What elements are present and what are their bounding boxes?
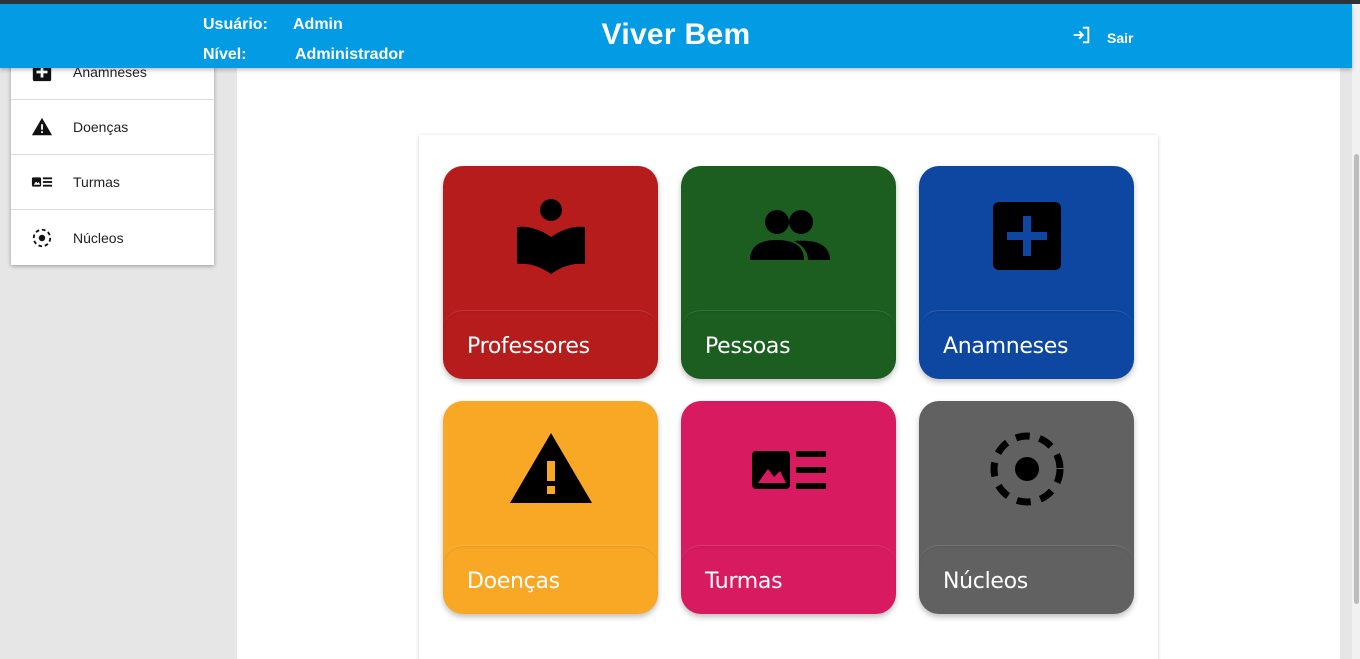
- sidebar-item-label: Turmas: [73, 174, 120, 190]
- tile-nucleos[interactable]: Núcleos: [919, 401, 1134, 614]
- class-card-icon: [681, 427, 896, 517]
- tile-label: Professores: [467, 334, 590, 359]
- app-header: Usuário: Admin Nível: Administrador Vive…: [0, 4, 1352, 68]
- sidebar-menu: Anamneses Doenças Turmas Núcleos: [11, 44, 214, 265]
- app-title: Viver Bem: [601, 18, 751, 51]
- tile-label: Pessoas: [705, 334, 791, 359]
- logout-label: Sair: [1107, 29, 1134, 46]
- medical-plus-icon: [919, 192, 1134, 282]
- tile-label: Turmas: [705, 569, 783, 594]
- page-scrollbar[interactable]: [1352, 4, 1360, 659]
- tile-anamneses[interactable]: Anamneses: [919, 166, 1134, 379]
- people-icon: [681, 192, 896, 282]
- sidebar-item-doencas[interactable]: Doenças: [11, 100, 214, 155]
- warning-icon: [443, 427, 658, 517]
- dashed-circle-icon: [31, 227, 53, 249]
- dashed-circle-icon: [919, 427, 1134, 517]
- reading-teacher-icon: [443, 192, 658, 282]
- sidebar-item-label: Núcleos: [73, 229, 124, 246]
- exit-icon: [1070, 24, 1092, 51]
- sidebar-item-label: Doenças: [73, 119, 129, 135]
- app-title-wrapper: Viver Bem: [0, 18, 1352, 52]
- class-card-icon: [31, 171, 53, 193]
- warning-icon: [31, 116, 53, 138]
- window-top-edge: [0, 0, 1360, 4]
- scrollbar-thumb[interactable]: [1354, 154, 1359, 604]
- sidebar-item-turmas[interactable]: Turmas: [11, 155, 214, 210]
- logout-button[interactable]: Sair: [1070, 24, 1133, 51]
- tile-label: Anamneses: [943, 334, 1069, 359]
- tile-turmas[interactable]: Turmas: [681, 401, 896, 614]
- tile-label: Núcleos: [943, 569, 1028, 594]
- sidebar-item-nucleos[interactable]: Núcleos: [11, 210, 214, 265]
- tile-professores[interactable]: Professores: [443, 166, 658, 379]
- tile-label: Doenças: [467, 569, 560, 594]
- tile-pessoas[interactable]: Pessoas: [681, 166, 896, 379]
- tile-doencas[interactable]: Doenças: [443, 401, 658, 614]
